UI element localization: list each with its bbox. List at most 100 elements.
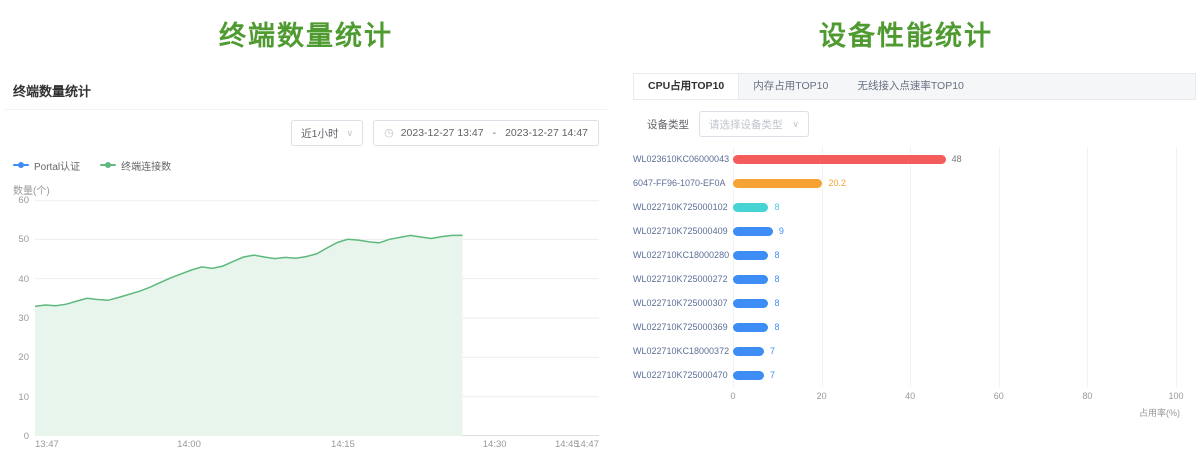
bar-track: 7: [733, 363, 1176, 387]
y-axis-ticks: 0102030405060: [9, 200, 35, 436]
device-type-select[interactable]: 请选择设备类型 ∨: [699, 111, 809, 137]
section-title-terminal: 终端数量统计: [0, 0, 612, 73]
dashboard: 终端数量统计 终端数量统计 近1小时 ∨ ◷ 2023-12-27 13:47 …: [0, 0, 1200, 456]
tab-wireless-ap-rate-top10[interactable]: 无线接入点速率TOP10: [843, 74, 979, 99]
device-performance-card: CPU占用TOP10内存占用TOP10无线接入点速率TOP10 设备类型 请选择…: [633, 73, 1196, 419]
bar-row: WL022710K725000470 7: [633, 363, 1196, 387]
y-tick-label: 50: [18, 234, 29, 245]
bar-value-label: 9: [779, 226, 784, 236]
bar-track: 7: [733, 339, 1176, 363]
bar-value-label: 7: [770, 370, 775, 380]
bar: [733, 227, 773, 236]
x-tick-label: 14:15: [331, 439, 355, 450]
x-tick-label: 14:47: [575, 439, 599, 450]
bar-row: WL022710K7250001028: [633, 195, 1196, 219]
bar: [733, 323, 768, 332]
chevron-down-icon: ∨: [792, 120, 799, 129]
bar-value-label: 48: [952, 154, 962, 164]
chevron-down-icon: ∨: [346, 129, 353, 138]
series-marker-icon: [100, 164, 116, 166]
date-range-picker[interactable]: ◷ 2023-12-27 13:47 - 2023-12-27 14:47: [373, 120, 599, 146]
bar-value-label: 8: [774, 202, 779, 212]
bar-row: WL022710K7250003698: [633, 315, 1196, 339]
tab-memory-top10[interactable]: 内存占用TOP10: [739, 74, 843, 99]
bar-value-label: 8: [774, 250, 779, 260]
section-title-performance: 设备性能统计: [612, 0, 1200, 73]
bar-category-label: WL022710K725000272: [633, 274, 733, 284]
date-start: 2023-12-27 13:47: [401, 127, 484, 139]
bar-category-label: WL022710KC18000280: [633, 250, 733, 260]
x-tick-label: 20: [817, 391, 827, 401]
bar-value-label: 20.2: [828, 178, 846, 188]
card-title: 终端数量统计: [5, 73, 607, 110]
bar-track: 9: [733, 219, 1176, 243]
series-marker-icon: [13, 164, 29, 166]
bar-track: 8: [733, 315, 1176, 339]
legend-label: Portal认证: [34, 158, 80, 173]
bar: [733, 275, 768, 284]
y-tick-label: 40: [18, 274, 29, 285]
bar-category-label: WL022710K725000470: [633, 370, 733, 380]
bar-row: WL023610KC0600004348: [633, 147, 1196, 171]
bar-row: WL022710KC18000280 8: [633, 243, 1196, 267]
bar-row: 6047-FF96-1070-EF0A 20.2: [633, 171, 1196, 195]
bar-track: 48: [733, 147, 1176, 171]
bar-track: 8: [733, 243, 1176, 267]
y-tick-label: 60: [18, 195, 29, 206]
bar: [733, 251, 768, 260]
tab-cpu-top10[interactable]: CPU占用TOP10: [633, 74, 739, 99]
bar-row: WL022710K725000272 8: [633, 267, 1196, 291]
top10-tabs: CPU占用TOP10内存占用TOP10无线接入点速率TOP10: [633, 73, 1196, 100]
date-separator: -: [491, 127, 499, 139]
y-tick-label: 0: [24, 431, 29, 442]
x-axis-ticks: 020406080100: [733, 391, 1176, 404]
x-tick-label: 60: [994, 391, 1004, 401]
area-series: [35, 200, 599, 436]
y-tick-label: 20: [18, 352, 29, 363]
terminal-stats-card: 终端数量统计 近1小时 ∨ ◷ 2023-12-27 13:47 - 2023-…: [5, 73, 607, 455]
bar-row: WL022710KC18000372 7: [633, 339, 1196, 363]
x-axis-name: 占用率(%): [633, 406, 1196, 419]
bar-value-label: 8: [774, 274, 779, 284]
time-range-value: 近1小时: [301, 126, 338, 141]
x-tick-label: 40: [905, 391, 915, 401]
bar-category-label: 6047-FF96-1070-EF0A: [633, 178, 733, 188]
y-tick-label: 10: [18, 392, 29, 403]
line-chart: 0102030405060 13:4714:0014:1514:3014:451…: [5, 200, 607, 455]
bar: [733, 371, 764, 380]
bar-value-label: 7: [770, 346, 775, 356]
bar-row: WL022710K725000307 8: [633, 291, 1196, 315]
bar-chart: WL023610KC0600004348 6047-FF96-1070-EF0A 2…: [633, 143, 1196, 419]
y-tick-label: 30: [18, 313, 29, 324]
legend-item[interactable]: 终端连接数: [100, 158, 171, 173]
bar-value-label: 8: [774, 298, 779, 308]
y-axis-name: 数量(个): [13, 182, 607, 197]
bar-row: WL022710K7250004099: [633, 219, 1196, 243]
bar-track: 8: [733, 291, 1176, 315]
plot-area: 13:4714:0014:1514:3014:4514:47: [35, 200, 599, 455]
legend-item[interactable]: Portal认证: [13, 158, 80, 173]
bar-track: 8: [733, 267, 1176, 291]
legend-label: 终端连接数: [121, 158, 171, 173]
terminal-stats-section: 终端数量统计 终端数量统计 近1小时 ∨ ◷ 2023-12-27 13:47 …: [0, 0, 612, 456]
bar-category-label: WL022710K725000369: [633, 322, 733, 332]
time-range-select[interactable]: 近1小时 ∨: [291, 120, 363, 146]
bar-rows: WL023610KC0600004348 6047-FF96-1070-EF0A 2…: [633, 143, 1196, 387]
x-tick-label: 100: [1168, 391, 1183, 401]
chart-legend: Portal认证 终端连接数: [13, 158, 599, 172]
date-end: 2023-12-27 14:47: [505, 127, 588, 139]
bar-track: 8: [733, 195, 1176, 219]
bar: [733, 179, 822, 188]
device-type-label: 设备类型: [647, 117, 689, 132]
bar: [733, 203, 768, 212]
x-tick-label: 14:30: [483, 439, 507, 450]
clock-icon: ◷: [384, 128, 394, 139]
bar-category-label: WL022710K725000307: [633, 298, 733, 308]
x-tick-label: 0: [730, 391, 735, 401]
x-tick-label: 14:00: [177, 439, 201, 450]
device-type-placeholder: 请选择设备类型: [709, 117, 783, 132]
bar-category-label: WL022710KC18000372: [633, 346, 733, 356]
x-tick-label: 13:47: [35, 439, 59, 450]
bar: [733, 347, 764, 356]
chart-controls: 近1小时 ∨ ◷ 2023-12-27 13:47 - 2023-12-27 1…: [13, 120, 599, 146]
